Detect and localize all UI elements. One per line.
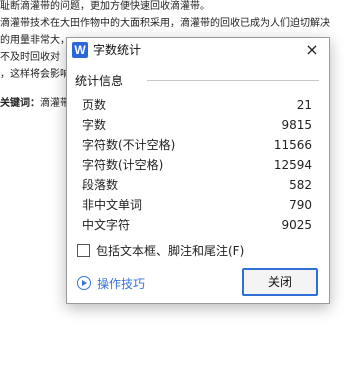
document-line-4: 不及时回收对: [0, 52, 60, 63]
stat-value: 582: [289, 178, 312, 192]
stat-label: 段落数: [82, 178, 119, 192]
stat-label: 中文字符: [82, 218, 131, 232]
stat-row-chars-with-spaces: 字符数(计空格) 12594: [82, 155, 312, 175]
dialog-title: 字数统计: [93, 43, 142, 57]
close-icon[interactable]: ×: [303, 40, 321, 60]
document-line-2: 滴灌带技术在大田作物中的大面积采用，滴灌带的回收已成为人们迫切解决: [0, 18, 330, 29]
stat-value: 790: [289, 198, 312, 212]
stat-row-words: 字数 9815: [82, 115, 312, 135]
stat-row-paragraphs: 段落数 582: [82, 175, 312, 195]
stat-value: 9025: [281, 218, 312, 232]
stat-row-non-chinese-words: 非中文单词 790: [82, 195, 312, 215]
statistics-group-label: 统计信息: [75, 72, 128, 89]
stat-row-pages: 页数 21: [82, 95, 312, 115]
stat-value: 12594: [273, 158, 312, 172]
document-keywords-line: 关键词：滴灌带: [0, 98, 70, 110]
group-divider: [147, 80, 319, 81]
tips-link[interactable]: 操作技巧: [77, 276, 145, 292]
wps-writer-icon: W: [72, 42, 88, 58]
close-button[interactable]: 关闭: [242, 268, 318, 296]
keywords-label: 关键词：: [0, 98, 40, 109]
tips-label[interactable]: 操作技巧: [97, 277, 145, 291]
document-line-3: 的用量非常大，: [0, 35, 70, 46]
stat-value: 9815: [281, 118, 312, 132]
document-line-1: 耻断滴灌带的问题，更加方便快速回收滴灌带。: [0, 1, 210, 12]
include-textboxes-label[interactable]: 包括文本框、脚注和尾注(F): [96, 244, 244, 258]
statistics-list: 页数 21 字数 9815 字符数(不计空格) 11566 字符数(计空格) 1…: [82, 95, 312, 235]
play-circle-icon: [77, 276, 91, 290]
include-textboxes-option[interactable]: 包括文本框、脚注和尾注(F): [77, 243, 244, 259]
stat-value: 11566: [273, 138, 312, 152]
word-count-dialog: W 字数统计 × 统计信息 页数 21 字数 9815 字符数(不计空格) 11…: [66, 37, 330, 304]
stat-label: 字符数(不计空格): [82, 138, 176, 152]
stat-label: 字数: [82, 118, 107, 132]
stat-value: 21: [296, 98, 312, 112]
include-textboxes-checkbox[interactable]: [77, 244, 90, 257]
stat-row-chars-no-spaces: 字符数(不计空格) 11566: [82, 135, 312, 155]
dialog-titlebar[interactable]: W 字数统计 ×: [67, 38, 329, 64]
stat-label: 非中文单词: [82, 198, 143, 212]
stat-label: 字符数(计空格): [82, 158, 164, 172]
document-line-5: ，这样将会影响: [0, 69, 70, 80]
stat-row-chinese-chars: 中文字符 9025: [82, 215, 312, 235]
stat-label: 页数: [82, 98, 107, 112]
